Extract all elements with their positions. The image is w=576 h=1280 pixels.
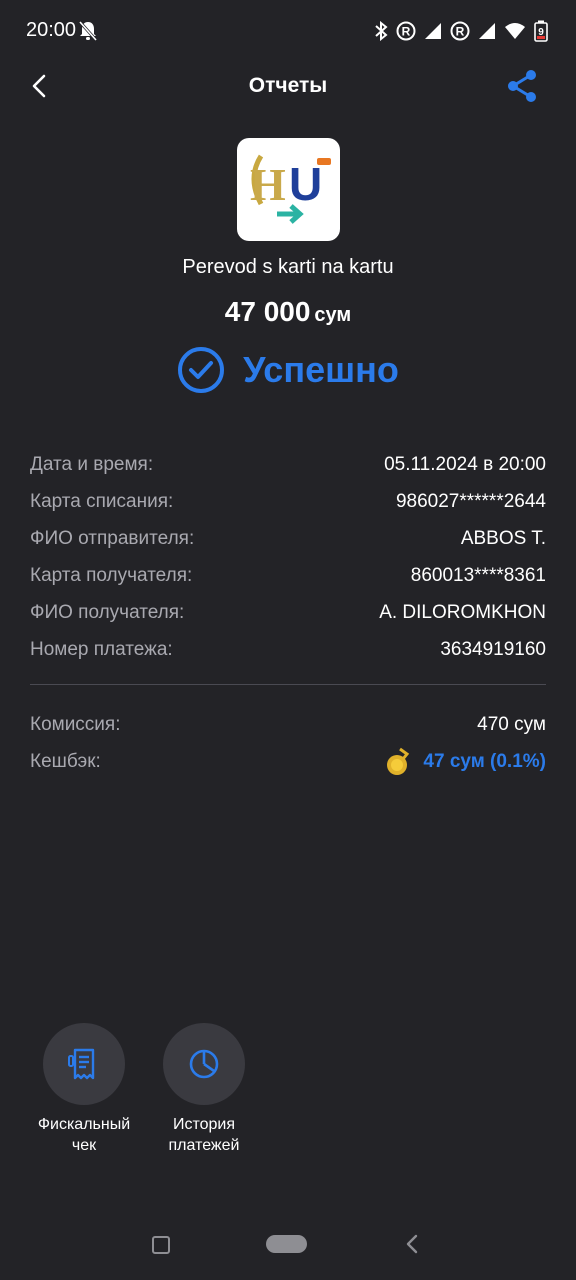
detail-row-debit-card: Карта списания: 986027******2644 (30, 483, 546, 520)
commission-value: 470 сум (477, 713, 546, 735)
cashback-value-wrap: 47 сум (0.1%) (385, 747, 546, 777)
detail-value: 05.11.2024 в 20:00 (384, 453, 546, 475)
service-name: Perevod s karti na kartu (182, 256, 394, 278)
signal-icon (425, 23, 441, 39)
detail-label: Карта получателя: (30, 564, 193, 586)
fiscal-receipt-label: Фискальный чек (37, 1116, 131, 1154)
roaming-icon: R (396, 21, 416, 41)
cashback-label: Кешбэк: (30, 750, 101, 772)
status-success: Успешно (0, 346, 576, 394)
amount-currency: сум (314, 304, 352, 326)
detail-value: 3634919160 (440, 638, 546, 660)
detail-row-recipient-card: Карта получателя: 860013****8361 (30, 557, 546, 594)
app-header: Отчеты (0, 60, 576, 114)
check-circle-icon (178, 347, 225, 393)
detail-row-payment-number: Номер платежа: 3634919160 (30, 631, 546, 668)
pie-chart-icon (189, 1049, 219, 1079)
svg-text:R: R (456, 25, 465, 39)
status-bar: 20:00 R R 9 (0, 0, 576, 60)
svg-text:H: H (250, 159, 286, 210)
detail-row-recipient-name: ФИО получателя: A. DILOROMKHON (30, 594, 546, 631)
hu-logo-icon: H U (250, 154, 331, 224)
page-title: Отчеты (248, 74, 328, 97)
detail-label: ФИО отправителя: (30, 527, 195, 549)
bluetooth-icon (375, 21, 388, 41)
signal-icon-2 (479, 23, 495, 39)
divider (30, 684, 546, 685)
receipt-icon (68, 1048, 95, 1080)
svg-text:U: U (289, 158, 322, 210)
cashback-value: 47 сум (0.1%) (423, 750, 546, 772)
status-label: Успешно (243, 349, 399, 390)
service-logo: H U (237, 138, 340, 241)
detail-label: ФИО получателя: (30, 601, 185, 623)
amount-value: 47 000 (224, 296, 311, 327)
wifi-icon (505, 23, 525, 39)
fiscal-receipt-circle[interactable] (43, 1023, 125, 1105)
recents-button[interactable] (152, 1236, 170, 1254)
battery-icon: 9 (534, 20, 548, 42)
commission-label: Комиссия: (30, 713, 121, 735)
detail-row-sender-name: ФИО отправителя: ABBOS T. (30, 520, 546, 557)
details-list: Дата и время: 05.11.2024 в 20:00 Карта с… (30, 446, 546, 668)
home-button[interactable] (266, 1235, 307, 1253)
fees-list: Комиссия: 470 сум Кешбэк: 47 сум (0.1%) (30, 706, 546, 780)
back-nav-icon[interactable] (402, 1232, 422, 1256)
detail-value: 860013****8361 (410, 564, 546, 586)
status-icons: R R 9 (374, 18, 548, 44)
detail-label: Карта списания: (30, 490, 174, 512)
bell-off-icon (78, 21, 98, 41)
payment-history-circle[interactable] (163, 1023, 245, 1105)
fiscal-receipt-button[interactable]: Фискальный чек (24, 1023, 144, 1156)
detail-label: Номер платежа: (30, 638, 173, 660)
detail-label: Дата и время: (30, 453, 154, 475)
system-nav-bar (0, 1210, 576, 1280)
detail-row-datetime: Дата и время: 05.11.2024 в 20:00 (30, 446, 546, 483)
transaction-amount: 47 000 сум (0, 296, 576, 328)
cashback-row: Кешбэк: 47 сум (0.1%) (30, 743, 546, 780)
detail-value: 986027******2644 (395, 490, 546, 512)
payment-history-button[interactable]: История платежей (144, 1023, 264, 1156)
commission-row: Комиссия: 470 сум (30, 706, 546, 743)
battery-level: 9 (538, 27, 544, 38)
detail-value: A. DILOROMKHON (379, 601, 546, 623)
roaming-icon-2: R (450, 21, 470, 41)
share-icon[interactable] (506, 69, 538, 103)
svg-text:R: R (402, 25, 411, 39)
status-time: 20:00 (26, 19, 77, 41)
coin-icon (387, 747, 410, 775)
payment-history-label: История платежей (168, 1116, 240, 1154)
detail-value: ABBOS T. (460, 527, 546, 549)
